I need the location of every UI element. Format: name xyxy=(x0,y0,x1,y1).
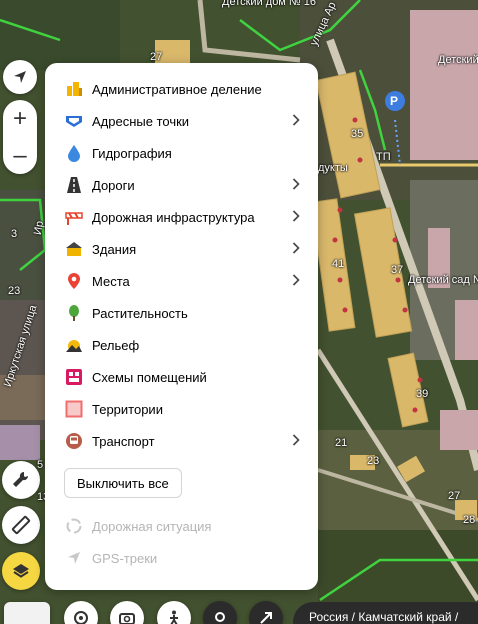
share-arrow-icon xyxy=(260,612,272,624)
bus-icon xyxy=(65,432,83,450)
layer-item-relief[interactable]: Рельеф xyxy=(45,329,318,361)
panorama-icon xyxy=(74,611,88,624)
navigation-arrow-icon xyxy=(14,71,26,83)
layer-item-barrier[interactable]: Дорожная инфраструктура xyxy=(45,201,318,233)
tree-icon xyxy=(65,304,83,322)
floor-plan-icon xyxy=(65,368,83,386)
house-number: 37 xyxy=(391,264,404,276)
locate-me-button[interactable] xyxy=(3,60,37,94)
layers-button[interactable] xyxy=(2,552,40,590)
camera-icon xyxy=(119,613,135,624)
layer-item-water-drop[interactable]: Гидрография xyxy=(45,137,318,169)
layer-label: Транспорт xyxy=(92,433,155,449)
chevron-right-icon[interactable] xyxy=(284,113,308,129)
chevron-right-icon[interactable] xyxy=(284,433,308,449)
ruler-icon xyxy=(11,515,31,535)
layer-item-tree[interactable]: Растительность xyxy=(45,297,318,329)
house-number: 35 xyxy=(351,128,364,140)
gps-arrow-icon xyxy=(65,549,83,567)
place-label: Детский дом № 16 xyxy=(222,0,317,8)
house-number: 23 xyxy=(8,285,21,297)
tools-button[interactable] xyxy=(2,461,40,499)
place-label: Детский xyxy=(438,54,478,66)
layer-label: GPS-треки xyxy=(92,550,158,566)
address-points-icon xyxy=(65,112,83,130)
barrier-icon xyxy=(65,208,83,226)
zoom-controls: + – xyxy=(3,100,37,174)
layer-label: Адресные точки xyxy=(92,113,190,129)
place-pin-icon xyxy=(65,272,83,290)
layer-item-place-pin[interactable]: Места xyxy=(45,265,318,297)
place-label: дукты xyxy=(318,162,348,174)
layer-label: Дорожная ситуация xyxy=(92,518,212,534)
layer-item-gps-tracks[interactable]: GPS-треки xyxy=(45,542,318,574)
water-drop-icon xyxy=(65,144,83,162)
ruler-button[interactable] xyxy=(2,506,40,544)
road-icon xyxy=(65,176,83,194)
place-label: ТП xyxy=(376,151,391,163)
layers-icon xyxy=(13,564,29,578)
zoom-in-button[interactable]: + xyxy=(3,100,37,137)
house-number: 41 xyxy=(332,258,345,270)
layer-label: Места xyxy=(92,273,130,289)
layer-item-floor-plan[interactable]: Схемы помещений xyxy=(45,361,318,393)
street-label: Ир xyxy=(31,220,47,236)
layer-item-admin-division[interactable]: Административное деление xyxy=(45,73,318,105)
layer-label: Административное деление xyxy=(92,81,262,97)
layer-label: Здания xyxy=(92,241,137,257)
place-label: Детский сад № xyxy=(408,274,478,286)
territory-icon xyxy=(65,400,83,418)
layer-item-traffic[interactable]: Дорожная ситуация xyxy=(45,510,318,542)
layer-label: Схемы помещений xyxy=(92,369,207,385)
relief-icon xyxy=(65,336,83,354)
chevron-right-icon[interactable] xyxy=(284,177,308,193)
house-number: 39 xyxy=(416,388,429,400)
layer-label: Дорожная инфраструктура xyxy=(92,209,255,225)
admin-division-icon xyxy=(65,80,83,98)
traffic-icon xyxy=(65,517,83,535)
layer-label: Дороги xyxy=(92,177,135,193)
pedestrian-icon xyxy=(170,610,178,624)
house-number: 23 xyxy=(367,455,380,467)
house-number: 3 xyxy=(11,228,18,240)
layer-label: Гидрография xyxy=(92,145,172,161)
layer-item-territory[interactable]: Территории xyxy=(45,393,318,425)
parking-label: P xyxy=(390,94,399,108)
pin-icon xyxy=(215,612,225,622)
map-mode-button[interactable] xyxy=(4,602,50,624)
house-number: 28 xyxy=(463,514,476,526)
layers-list: Административное деление Адресные точки Ги… xyxy=(45,73,318,457)
breadcrumb-text: Россия / Камчатский край / xyxy=(309,610,459,624)
layer-label: Территории xyxy=(92,401,163,417)
building-icon xyxy=(65,240,83,258)
layer-item-bus[interactable]: Транспорт xyxy=(45,425,318,457)
layer-item-address-points[interactable]: Адресные точки xyxy=(45,105,318,137)
layer-label: Растительность xyxy=(92,305,188,321)
house-number: 5 xyxy=(37,459,44,471)
layer-item-road[interactable]: Дороги xyxy=(45,169,318,201)
layer-item-building[interactable]: Здания xyxy=(45,233,318,265)
layer-label: Рельеф xyxy=(92,337,140,353)
chevron-right-icon[interactable] xyxy=(284,273,308,289)
breadcrumb[interactable]: Россия / Камчатский край / xyxy=(293,602,478,624)
disable-all-button[interactable]: Выключить все xyxy=(64,468,182,498)
wrench-icon xyxy=(13,471,29,487)
house-number: 27 xyxy=(448,490,461,502)
layers-panel: Административное деление Адресные точки Ги… xyxy=(45,63,318,590)
chevron-right-icon[interactable] xyxy=(284,209,308,225)
zoom-out-button[interactable]: – xyxy=(3,137,37,174)
chevron-right-icon[interactable] xyxy=(284,241,308,257)
house-number: 27 xyxy=(150,51,163,63)
house-number: 21 xyxy=(335,437,348,449)
